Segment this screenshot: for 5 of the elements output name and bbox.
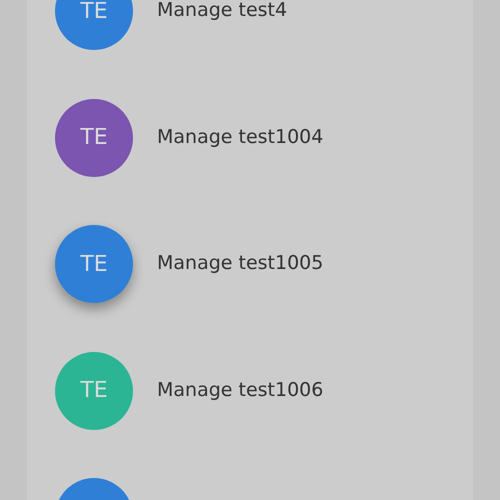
item-label[interactable]: Manage test1006 <box>157 378 324 400</box>
item-label[interactable]: Manage test1004 <box>157 126 324 148</box>
item-label[interactable]: Manage test1005 <box>157 252 324 274</box>
avatar[interactable]: TE <box>55 98 133 176</box>
item-label[interactable]: Manage test4 <box>157 0 288 21</box>
